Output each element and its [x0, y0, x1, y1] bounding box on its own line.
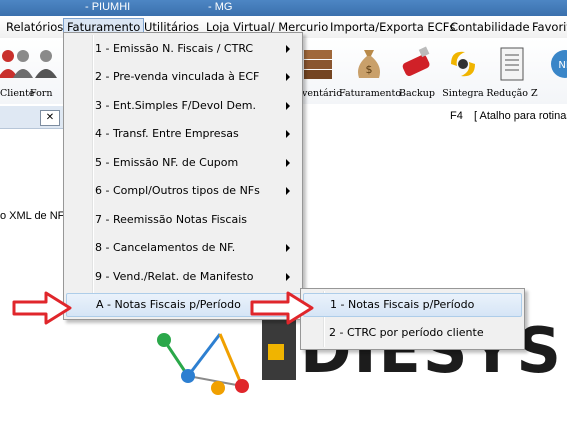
menu-item-reemissao[interactable]: 7 - Reemissão Notas Fiscais	[66, 208, 300, 232]
money-bag-icon: $	[353, 46, 385, 85]
svg-text:NF: NF	[558, 60, 567, 71]
menu-item-vend-manifesto[interactable]: 9 - Vend./Relat. de Manifesto	[66, 265, 300, 289]
annotation-arrow-left	[12, 291, 72, 325]
hint-text: [ Atalho para rotinas	[474, 110, 567, 122]
submenu-item-ctrc-periodo[interactable]: 2 - CTRC por período cliente	[303, 321, 520, 345]
chevron-right-icon	[286, 159, 290, 167]
notas-periodo-submenu: 1 - Notas Fiscais p/Período 2 - CTRC por…	[300, 288, 525, 350]
menu-item-ent-simples[interactable]: 3 - Ent.Simples F/Devol Dem.	[66, 94, 300, 118]
toolbar-cliente-label: Cliente	[0, 88, 35, 99]
clients-icon	[0, 46, 36, 83]
supplier-icon	[34, 46, 58, 83]
left-panel-text: o XML de NF	[0, 210, 65, 222]
annotation-arrow-right	[250, 291, 314, 325]
menu-item-pre-venda[interactable]: 2 - Pre-venda vinculada à ECF	[66, 65, 300, 89]
chevron-right-icon	[286, 45, 290, 53]
menu-relatorios[interactable]: Relatórios	[6, 20, 63, 36]
toolbar-reducao-z-button[interactable]: Redução Z	[482, 38, 542, 102]
chevron-right-icon	[286, 102, 290, 110]
toolbar-reducao-z-label: Redução Z	[486, 88, 538, 99]
usb-drive-icon	[397, 46, 437, 85]
menu-favoritos[interactable]: Favorit	[532, 20, 567, 36]
menu-item-transf-empresas[interactable]: 4 - Transf. Entre Empresas	[66, 122, 300, 146]
submenu-item-notas-periodo[interactable]: 1 - Notas Fiscais p/Período	[303, 293, 522, 317]
menu-item-compl-outros[interactable]: 6 - Compl/Outros tipos de NFs	[66, 179, 300, 203]
svg-text:$: $	[366, 63, 373, 76]
inventory-icon	[301, 46, 335, 85]
report-icon	[497, 46, 527, 87]
sintegra-icon	[443, 46, 483, 85]
toolbar-nfe-button[interactable]: NF NF	[535, 38, 567, 102]
menu-item-emissao-cupom[interactable]: 5 - Emissão NF. de Cupom	[66, 151, 300, 175]
nfe-icon: NF	[548, 46, 567, 85]
hint-key: F4	[450, 110, 463, 122]
toolbar-nfe-label: NF	[553, 88, 567, 99]
menu-item-cancelamentos[interactable]: 8 - Cancelamentos de NF.	[66, 236, 300, 260]
chevron-right-icon	[286, 73, 290, 81]
close-icon[interactable]: ✕	[40, 110, 60, 126]
toolbar-fornecedor-label: Forn	[30, 88, 53, 99]
menu-importa-exporta[interactable]: Importa/Exporta ECFs	[330, 20, 455, 36]
chevron-right-icon	[286, 244, 290, 252]
title-city: - PIUMHI	[85, 1, 131, 13]
chevron-right-icon	[286, 273, 290, 281]
window-titlebar: - PIUMHI - MG	[0, 0, 567, 16]
chevron-right-icon	[286, 130, 290, 138]
title-state: - MG	[208, 1, 233, 13]
menu-item-emissao-nf[interactable]: 1 - Emissão N. Fiscais / CTRC	[66, 37, 300, 61]
chevron-right-icon	[286, 187, 290, 195]
faturamento-dropdown: 1 - Emissão N. Fiscais / CTRC 2 - Pre-ve…	[63, 32, 303, 320]
menu-contabilidade[interactable]: Contabilidade	[450, 20, 530, 36]
